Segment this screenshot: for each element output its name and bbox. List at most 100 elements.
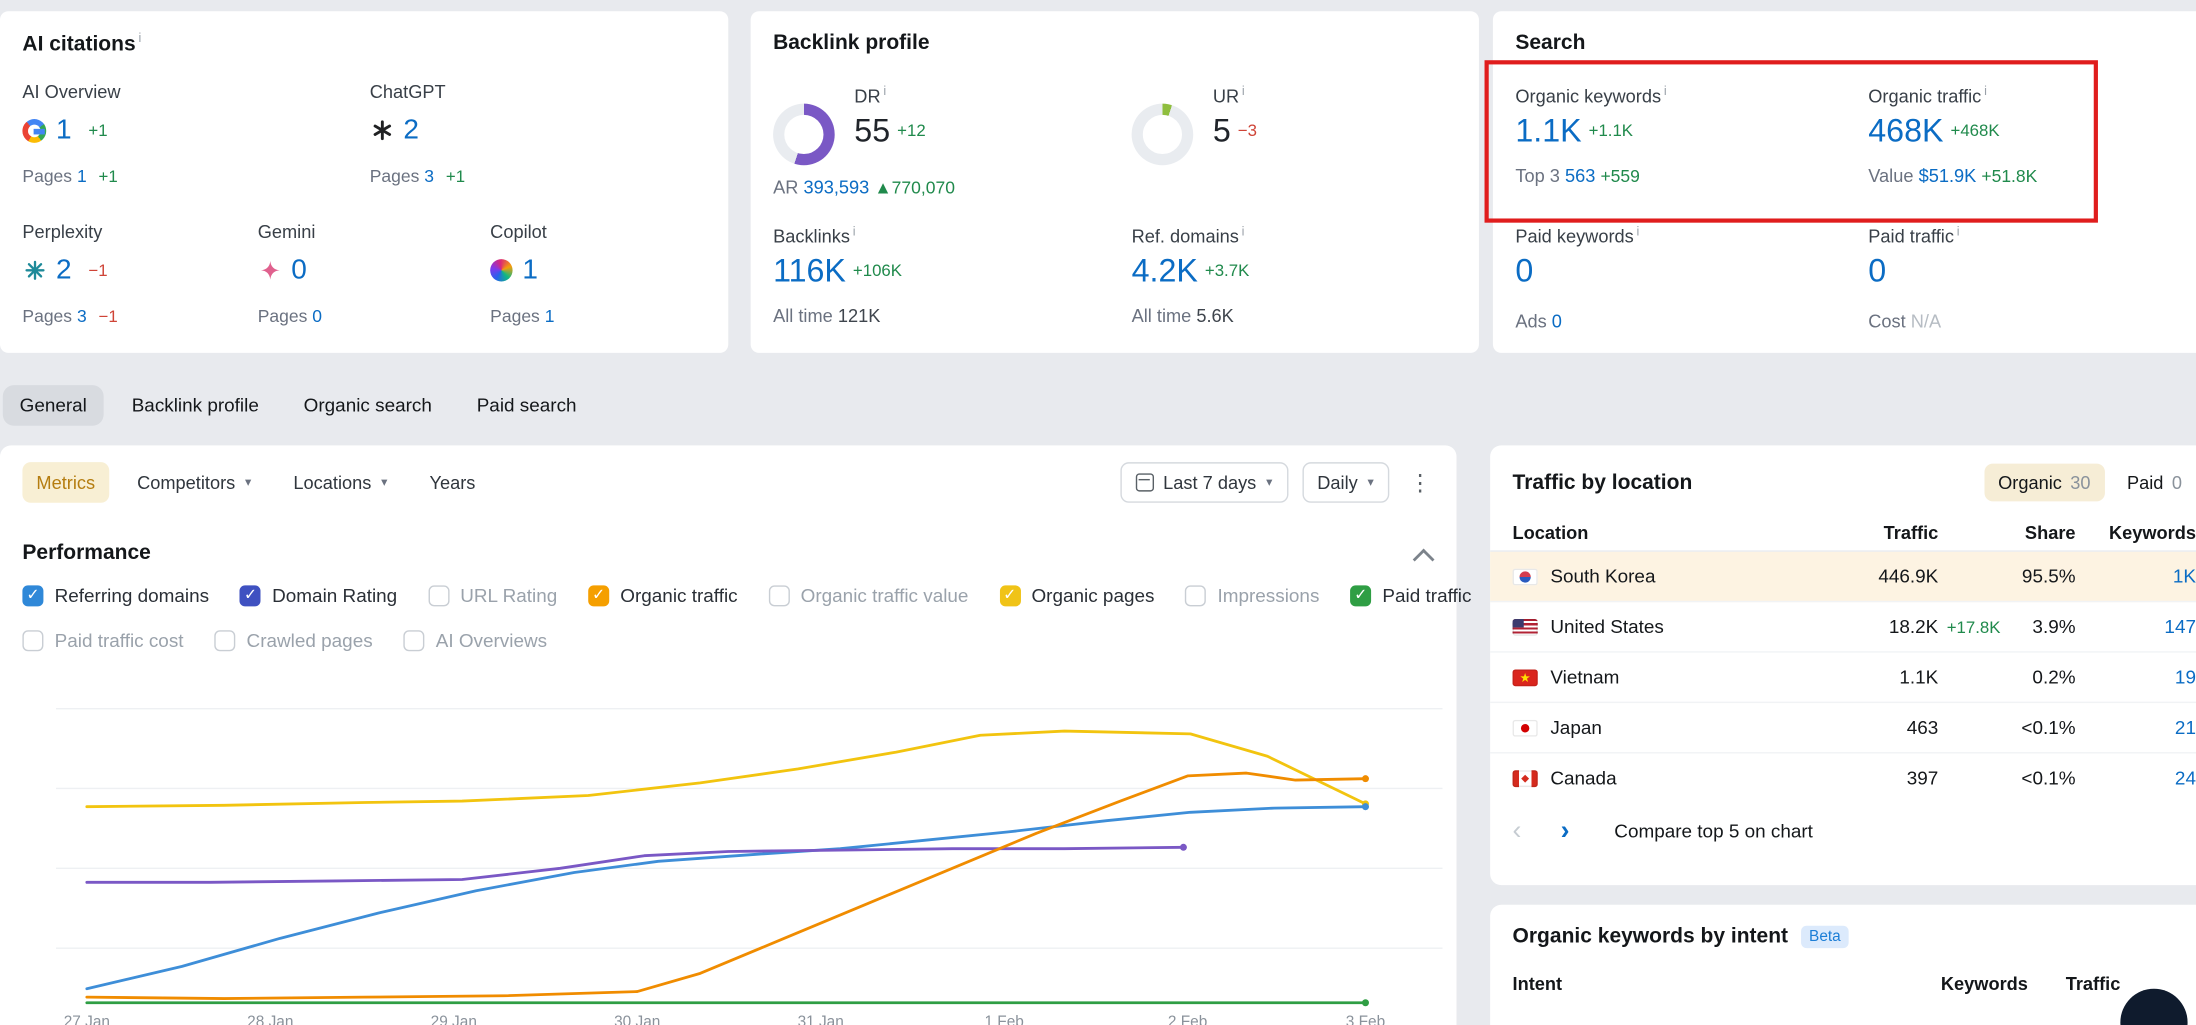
calendar-icon	[1135, 473, 1153, 491]
paid-keywords-value[interactable]: 0	[1515, 253, 1533, 289]
location-pagination: ‹ › Compare top 5 on chart	[1490, 802, 2196, 859]
checkbox-paid-traffic[interactable]: Paid traffic	[1350, 585, 1471, 606]
checkbox-paid-traffic-cost[interactable]: Paid traffic cost	[22, 630, 183, 651]
competitors-dropdown[interactable]: Competitors▾	[123, 462, 265, 503]
pages-count[interactable]: 3	[424, 167, 434, 187]
tab-organic-search[interactable]: Organic search	[287, 384, 449, 425]
keywords-link[interactable]: 19	[2175, 667, 2196, 688]
flag-japan-icon	[1513, 719, 1538, 736]
copilot-count[interactable]: 1	[522, 254, 538, 286]
keywords-by-intent-title: Organic keywords by intent	[1513, 924, 1789, 948]
ads-count[interactable]: 0	[1552, 311, 1562, 332]
chevron-down-icon: ▾	[245, 475, 251, 490]
chevron-down-icon: ▾	[381, 475, 387, 490]
table-row-vietnam[interactable]: Vietnam 1.1K 0.2% 19	[1490, 653, 2196, 703]
prev-page-icon[interactable]: ‹	[1513, 821, 1522, 841]
organic-paid-toggle: Organic30 Paid0	[1984, 464, 2196, 502]
table-row-united-states[interactable]: United States 18.2K+17.8K 3.9% 147+92	[1490, 602, 2196, 652]
info-icon: i	[883, 84, 886, 98]
keywords-by-intent-card: Organic keywords by intent Beta Intent K…	[1490, 905, 2196, 1025]
dr-value: 55	[854, 112, 890, 148]
organic-toggle[interactable]: Organic30	[1984, 464, 2104, 502]
keywords-link[interactable]: 1K	[2173, 566, 2196, 587]
cost-value: N/A	[1911, 311, 1941, 332]
traffic-by-location-title: Traffic by location	[1513, 471, 1693, 495]
gemini-count[interactable]: 0	[291, 254, 307, 286]
checkbox-icon	[214, 630, 235, 651]
granularity-dropdown[interactable]: Daily▾	[1302, 462, 1389, 503]
checkbox-icon	[428, 585, 449, 606]
checkbox-icon	[1185, 585, 1206, 606]
pages-count[interactable]: 0	[312, 307, 322, 327]
ur-value: 5	[1213, 112, 1231, 148]
keywords-link[interactable]: 24	[2175, 767, 2196, 788]
performance-heading: Performance	[22, 541, 150, 565]
info-icon: i	[1637, 224, 1640, 238]
checkbox-referring-domains[interactable]: Referring domains	[22, 585, 209, 606]
flag-united-states-icon	[1513, 618, 1538, 635]
info-icon: i	[1957, 224, 1960, 238]
checkbox-icon	[22, 630, 43, 651]
checkbox-icon	[588, 585, 609, 606]
keywords-link[interactable]: 147	[2164, 616, 2196, 637]
dr-donut-chart	[773, 104, 835, 166]
checkbox-icon	[240, 585, 261, 606]
perplexity-count[interactable]: 2	[56, 254, 72, 286]
google-icon	[22, 118, 46, 142]
table-row-south-korea[interactable]: South Korea 446.9K 95.5% 1K	[1490, 552, 2196, 602]
ai-citations-title: AI citationsi	[22, 31, 705, 56]
traffic-by-location-card: Traffic by location Organic30 Paid0 Loca…	[1490, 445, 2196, 885]
ar-value[interactable]: 393,593	[803, 176, 869, 197]
checkbox-ai-overviews[interactable]: AI Overviews	[403, 630, 547, 651]
locations-dropdown[interactable]: Locations▾	[279, 462, 401, 503]
chatgpt-icon	[370, 118, 394, 142]
filters-bar: Metrics Competitors▾ Locations▾ Years La…	[22, 462, 1437, 503]
checkbox-organic-traffic[interactable]: Organic traffic	[588, 585, 738, 606]
ai-overview-count[interactable]: 1	[56, 114, 72, 146]
table-row-canada[interactable]: Canada 397 <0.1% 24	[1490, 753, 2196, 802]
date-range-dropdown[interactable]: Last 7 days▾	[1120, 462, 1288, 503]
checkbox-url-rating[interactable]: URL Rating	[428, 585, 557, 606]
checkbox-domain-rating[interactable]: Domain Rating	[240, 585, 397, 606]
tab-backlink-profile[interactable]: Backlink profile	[115, 384, 276, 425]
beta-badge: Beta	[1801, 925, 1850, 947]
checkbox-organic-traffic-value[interactable]: Organic traffic value	[768, 585, 968, 606]
tab-paid-search[interactable]: Paid search	[460, 384, 593, 425]
pages-count[interactable]: 3	[77, 307, 87, 327]
checkbox-impressions[interactable]: Impressions	[1185, 585, 1319, 606]
pages-count[interactable]: 1	[545, 307, 555, 327]
location-table-header: Location Traffic Share Keywords	[1490, 514, 2196, 552]
metric-checkbox-row-1: Referring domains Domain Rating URL Rati…	[22, 585, 1442, 606]
copilot-icon	[490, 259, 512, 281]
metrics-button[interactable]: Metrics	[22, 462, 109, 503]
paid-traffic-value[interactable]: 0	[1868, 253, 1886, 289]
checkbox-icon	[999, 585, 1020, 606]
annotation-rectangle	[1485, 60, 2098, 222]
chatgpt-count[interactable]: 2	[403, 114, 419, 146]
checkbox-icon	[768, 585, 789, 606]
compare-top5-link[interactable]: Compare top 5 on chart	[1614, 821, 1813, 842]
info-icon: i	[853, 224, 856, 238]
flag-canada-icon	[1513, 770, 1538, 787]
checkbox-organic-pages[interactable]: Organic pages	[999, 585, 1154, 606]
tab-general[interactable]: General	[3, 384, 104, 425]
keywords-link[interactable]: 21	[2175, 717, 2196, 738]
gemini-icon	[258, 258, 282, 282]
more-options-icon[interactable]: ⋮	[1403, 468, 1437, 496]
pages-count[interactable]: 1	[77, 167, 87, 187]
flag-south-korea-icon	[1513, 568, 1538, 585]
collapse-chevron-icon[interactable]	[1413, 549, 1435, 571]
years-button[interactable]: Years	[416, 462, 490, 503]
ref-domains-value[interactable]: 4.2K	[1132, 253, 1198, 289]
next-page-icon[interactable]: ›	[1561, 821, 1570, 841]
paid-toggle[interactable]: Paid0	[2113, 464, 2196, 502]
ai-citations-card: AI citationsi AI Overview 1 +1 Pages 1 +…	[0, 11, 728, 353]
checkbox-icon	[22, 585, 43, 606]
backlinks-value[interactable]: 116K	[773, 253, 846, 289]
paid-keywords-block: Paid keywordsi 0 Ads 0	[1515, 224, 1639, 332]
app-viewport: AI citationsi AI Overview 1 +1 Pages 1 +…	[0, 0, 2196, 1025]
table-row-japan[interactable]: Japan 463 <0.1% 21	[1490, 703, 2196, 753]
overview-tabs: General Backlink profile Organic search …	[3, 384, 594, 426]
checkbox-crawled-pages[interactable]: Crawled pages	[214, 630, 372, 651]
ur-donut-chart	[1132, 104, 1194, 166]
